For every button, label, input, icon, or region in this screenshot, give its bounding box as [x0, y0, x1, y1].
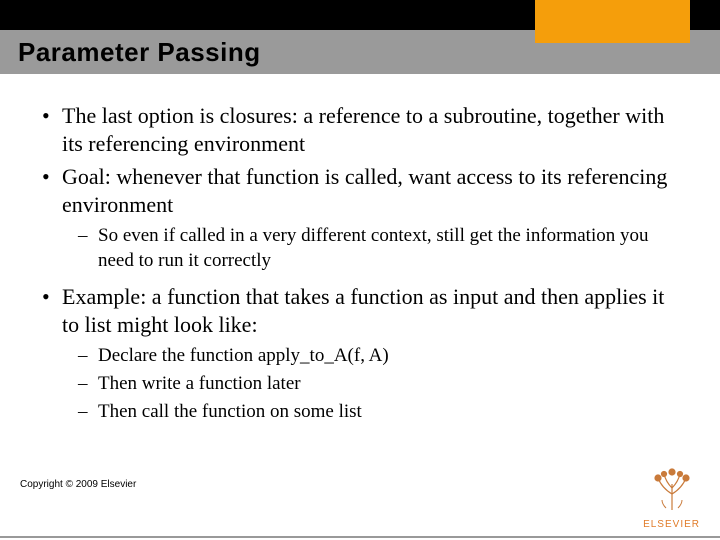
slide-title: Parameter Passing	[18, 37, 261, 68]
publisher-name: ELSEVIER	[643, 519, 700, 530]
elsevier-tree-icon	[648, 464, 696, 512]
sub-bullet-list: Declare the function apply_to_A(f, A) Th…	[62, 344, 680, 424]
sub-bullet-item: So even if called in a very different co…	[76, 224, 680, 273]
sub-bullet-item: Then write a function later	[76, 372, 680, 397]
copyright-text: Copyright © 2009 Elsevier	[20, 479, 136, 490]
sub-bullet-item: Declare the function apply_to_A(f, A)	[76, 344, 680, 369]
bullet-item: Goal: whenever that function is called, …	[40, 163, 680, 273]
bullet-text: The last option is closures: a reference…	[62, 103, 664, 156]
bullet-list: The last option is closures: a reference…	[40, 102, 680, 424]
bottom-divider	[0, 536, 720, 538]
publisher-logo: ELSEVIER	[643, 464, 700, 530]
sub-bullet-text: So even if called in a very different co…	[98, 225, 649, 271]
bullet-item: The last option is closures: a reference…	[40, 102, 680, 157]
bullet-text: Goal: whenever that function is called, …	[62, 164, 667, 217]
bullet-item: Example: a function that takes a functio…	[40, 283, 680, 424]
orange-accent-box	[535, 0, 690, 43]
bullet-text: Example: a function that takes a functio…	[62, 284, 664, 337]
sub-bullet-text: Then call the function on some list	[98, 401, 362, 422]
sub-bullet-item: Then call the function on some list	[76, 400, 680, 425]
sub-bullet-text: Declare the function apply_to_A(f, A)	[98, 345, 389, 366]
slide-content: The last option is closures: a reference…	[0, 74, 720, 424]
sub-bullet-text: Then write a function later	[98, 373, 301, 394]
sub-bullet-list: So even if called in a very different co…	[62, 224, 680, 273]
